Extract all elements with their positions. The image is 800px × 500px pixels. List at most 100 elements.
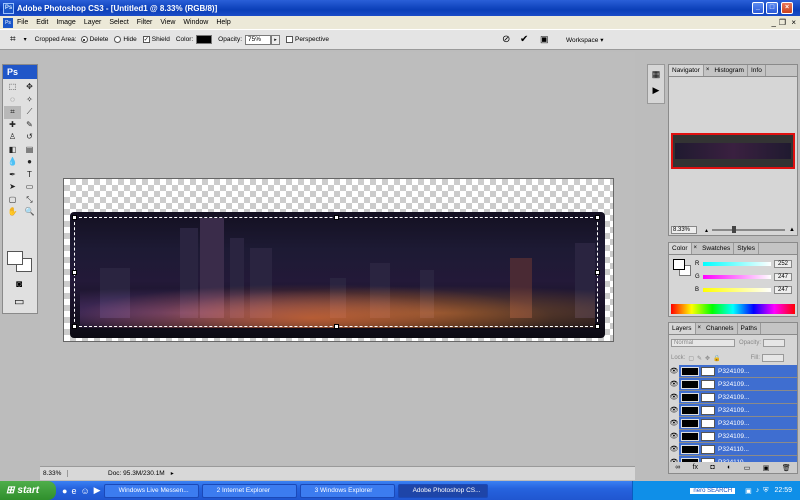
commit-check-icon[interactable]: ✔: [520, 34, 528, 45]
layer-row[interactable]: 👁 P324109...: [669, 416, 797, 430]
tab-close-icon[interactable]: ×: [692, 243, 700, 254]
crop-marquee[interactable]: [72, 215, 600, 329]
doc-restore-icon[interactable]: ❐: [779, 18, 786, 27]
menu-help[interactable]: Help: [212, 19, 234, 26]
opacity-input[interactable]: 75%: [245, 34, 272, 45]
doc-minimize-icon[interactable]: _: [772, 18, 776, 27]
layer-row[interactable]: 👁 P324109...: [669, 403, 797, 417]
layer-opacity-input[interactable]: [763, 339, 786, 347]
task-internet-explorer[interactable]: 2 Internet Explorer: [201, 483, 297, 498]
task-photoshop[interactable]: Adobe Photoshop CS...: [397, 483, 488, 498]
workspace-menu[interactable]: Workspace ▾: [566, 36, 603, 44]
document-icon[interactable]: Ps: [3, 17, 13, 28]
task-messenger[interactable]: Windows Live Messen...: [103, 483, 199, 498]
tab-layers[interactable]: Layers: [669, 323, 696, 334]
layer-row[interactable]: 👁 P324109...: [669, 429, 797, 443]
firefox-icon[interactable]: ●: [62, 486, 67, 496]
eye-icon[interactable]: 👁: [669, 377, 679, 391]
r-input[interactable]: 252: [774, 259, 792, 268]
shield-color-swatch[interactable]: [196, 35, 213, 44]
g-input[interactable]: 247: [774, 272, 792, 281]
magic-wand-icon[interactable]: ✧: [21, 94, 38, 107]
shield-checkbox[interactable]: ✓ Shield: [142, 36, 170, 43]
navigator-preview[interactable]: [671, 133, 795, 169]
healing-brush-icon[interactable]: ✚: [4, 119, 21, 132]
menu-filter[interactable]: Filter: [133, 19, 157, 26]
layer-row[interactable]: 👁 P324109...: [669, 390, 797, 404]
new-group-icon[interactable]: ▭: [744, 464, 751, 472]
clone-stamp-icon[interactable]: ♙: [4, 131, 21, 144]
layer-row[interactable]: 👁 P324110...: [669, 442, 797, 456]
crop-handle[interactable]: [595, 324, 600, 329]
r-slider[interactable]: [703, 261, 771, 266]
quick-mask-icon[interactable]: ◙: [16, 279, 22, 290]
tab-styles[interactable]: Styles: [734, 243, 759, 254]
tab-close-icon[interactable]: ×: [696, 323, 704, 334]
cancel-icon[interactable]: ⊘: [502, 34, 510, 45]
eye-icon[interactable]: 👁: [669, 429, 679, 443]
delete-radio[interactable]: Delete: [80, 36, 108, 43]
foreground-color[interactable]: [7, 251, 23, 265]
opacity-arrow-icon[interactable]: ▸: [271, 34, 281, 45]
crop-handle[interactable]: [334, 324, 339, 329]
tab-paths[interactable]: Paths: [738, 323, 762, 334]
notes-tool-icon[interactable]: ▢: [4, 194, 21, 207]
tab-info[interactable]: Info: [748, 65, 766, 76]
tab-channels[interactable]: Channels: [703, 323, 738, 334]
eraser-tool-icon[interactable]: ◧: [4, 144, 21, 157]
menu-image[interactable]: Image: [52, 19, 79, 26]
history-brush-icon[interactable]: ↺: [21, 131, 38, 144]
tab-color[interactable]: Color: [669, 243, 692, 254]
link-layers-icon[interactable]: ∞: [675, 464, 680, 471]
zoom-level[interactable]: 8.33%: [40, 470, 68, 477]
zoom-in-icon[interactable]: ▲: [789, 227, 795, 233]
marquee-tool-icon[interactable]: ⬚: [4, 81, 21, 94]
eyedropper-icon[interactable]: ⤡: [21, 194, 38, 207]
crop-tool-icon[interactable]: ⌗: [10, 34, 16, 45]
lock-transparency-icon[interactable]: ▢: [688, 355, 694, 362]
adjustment-layer-icon[interactable]: ◐: [727, 464, 731, 471]
layer-row[interactable]: 👁 P324109...: [669, 377, 797, 391]
new-layer-icon[interactable]: ▣: [763, 464, 770, 472]
start-button[interactable]: ⊞ start: [0, 481, 56, 500]
delete-layer-icon[interactable]: 🗑: [782, 464, 791, 472]
hide-radio[interactable]: Hide: [114, 36, 137, 43]
crop-handle[interactable]: [72, 270, 77, 275]
lock-brush-icon[interactable]: ✎: [697, 355, 702, 362]
clock[interactable]: 22:59: [774, 487, 792, 494]
palette-well-icon[interactable]: ▣: [540, 34, 549, 45]
menu-layer[interactable]: Layer: [80, 19, 106, 26]
menu-edit[interactable]: Edit: [32, 19, 52, 26]
eye-icon[interactable]: 👁: [669, 364, 679, 378]
b-slider[interactable]: [703, 287, 771, 292]
close-button[interactable]: ×: [781, 2, 793, 14]
b-input[interactable]: 247: [774, 285, 792, 294]
g-slider[interactable]: [703, 274, 771, 279]
tab-swatches[interactable]: Swatches: [699, 243, 735, 254]
hand-tool-icon[interactable]: ✋: [4, 206, 21, 219]
ie-icon[interactable]: e: [71, 486, 76, 496]
lock-all-icon[interactable]: 🔒: [713, 355, 720, 362]
menu-file[interactable]: File: [13, 19, 32, 26]
nero-search-box[interactable]: nero SEARCH: [690, 487, 736, 494]
volume-icon[interactable]: ♪: [756, 487, 760, 494]
blur-tool-icon[interactable]: 💧: [4, 156, 21, 169]
doc-close-icon[interactable]: ×: [791, 18, 796, 27]
gradient-tool-icon[interactable]: ▤: [21, 144, 38, 157]
crop-handle[interactable]: [72, 215, 77, 220]
crop-handle[interactable]: [595, 215, 600, 220]
screen-mode-icon[interactable]: ▭: [14, 295, 24, 308]
lock-move-icon[interactable]: ✥: [705, 355, 710, 362]
move-tool-icon[interactable]: ✥: [21, 81, 38, 94]
eye-icon[interactable]: 👁: [669, 442, 679, 456]
dodge-tool-icon[interactable]: ●: [21, 156, 38, 169]
rectangle-tool-icon[interactable]: ▭: [21, 181, 38, 194]
layer-style-icon[interactable]: fx: [693, 464, 698, 471]
menu-select[interactable]: Select: [105, 19, 132, 26]
crop-handle[interactable]: [595, 270, 600, 275]
crop-handle[interactable]: [334, 215, 339, 220]
task-windows-explorer[interactable]: 3 Windows Explorer: [299, 483, 395, 498]
add-mask-icon[interactable]: ◘: [710, 464, 714, 471]
tool-preset-chevron-icon[interactable]: ▾: [24, 36, 27, 43]
menu-view[interactable]: View: [156, 19, 179, 26]
